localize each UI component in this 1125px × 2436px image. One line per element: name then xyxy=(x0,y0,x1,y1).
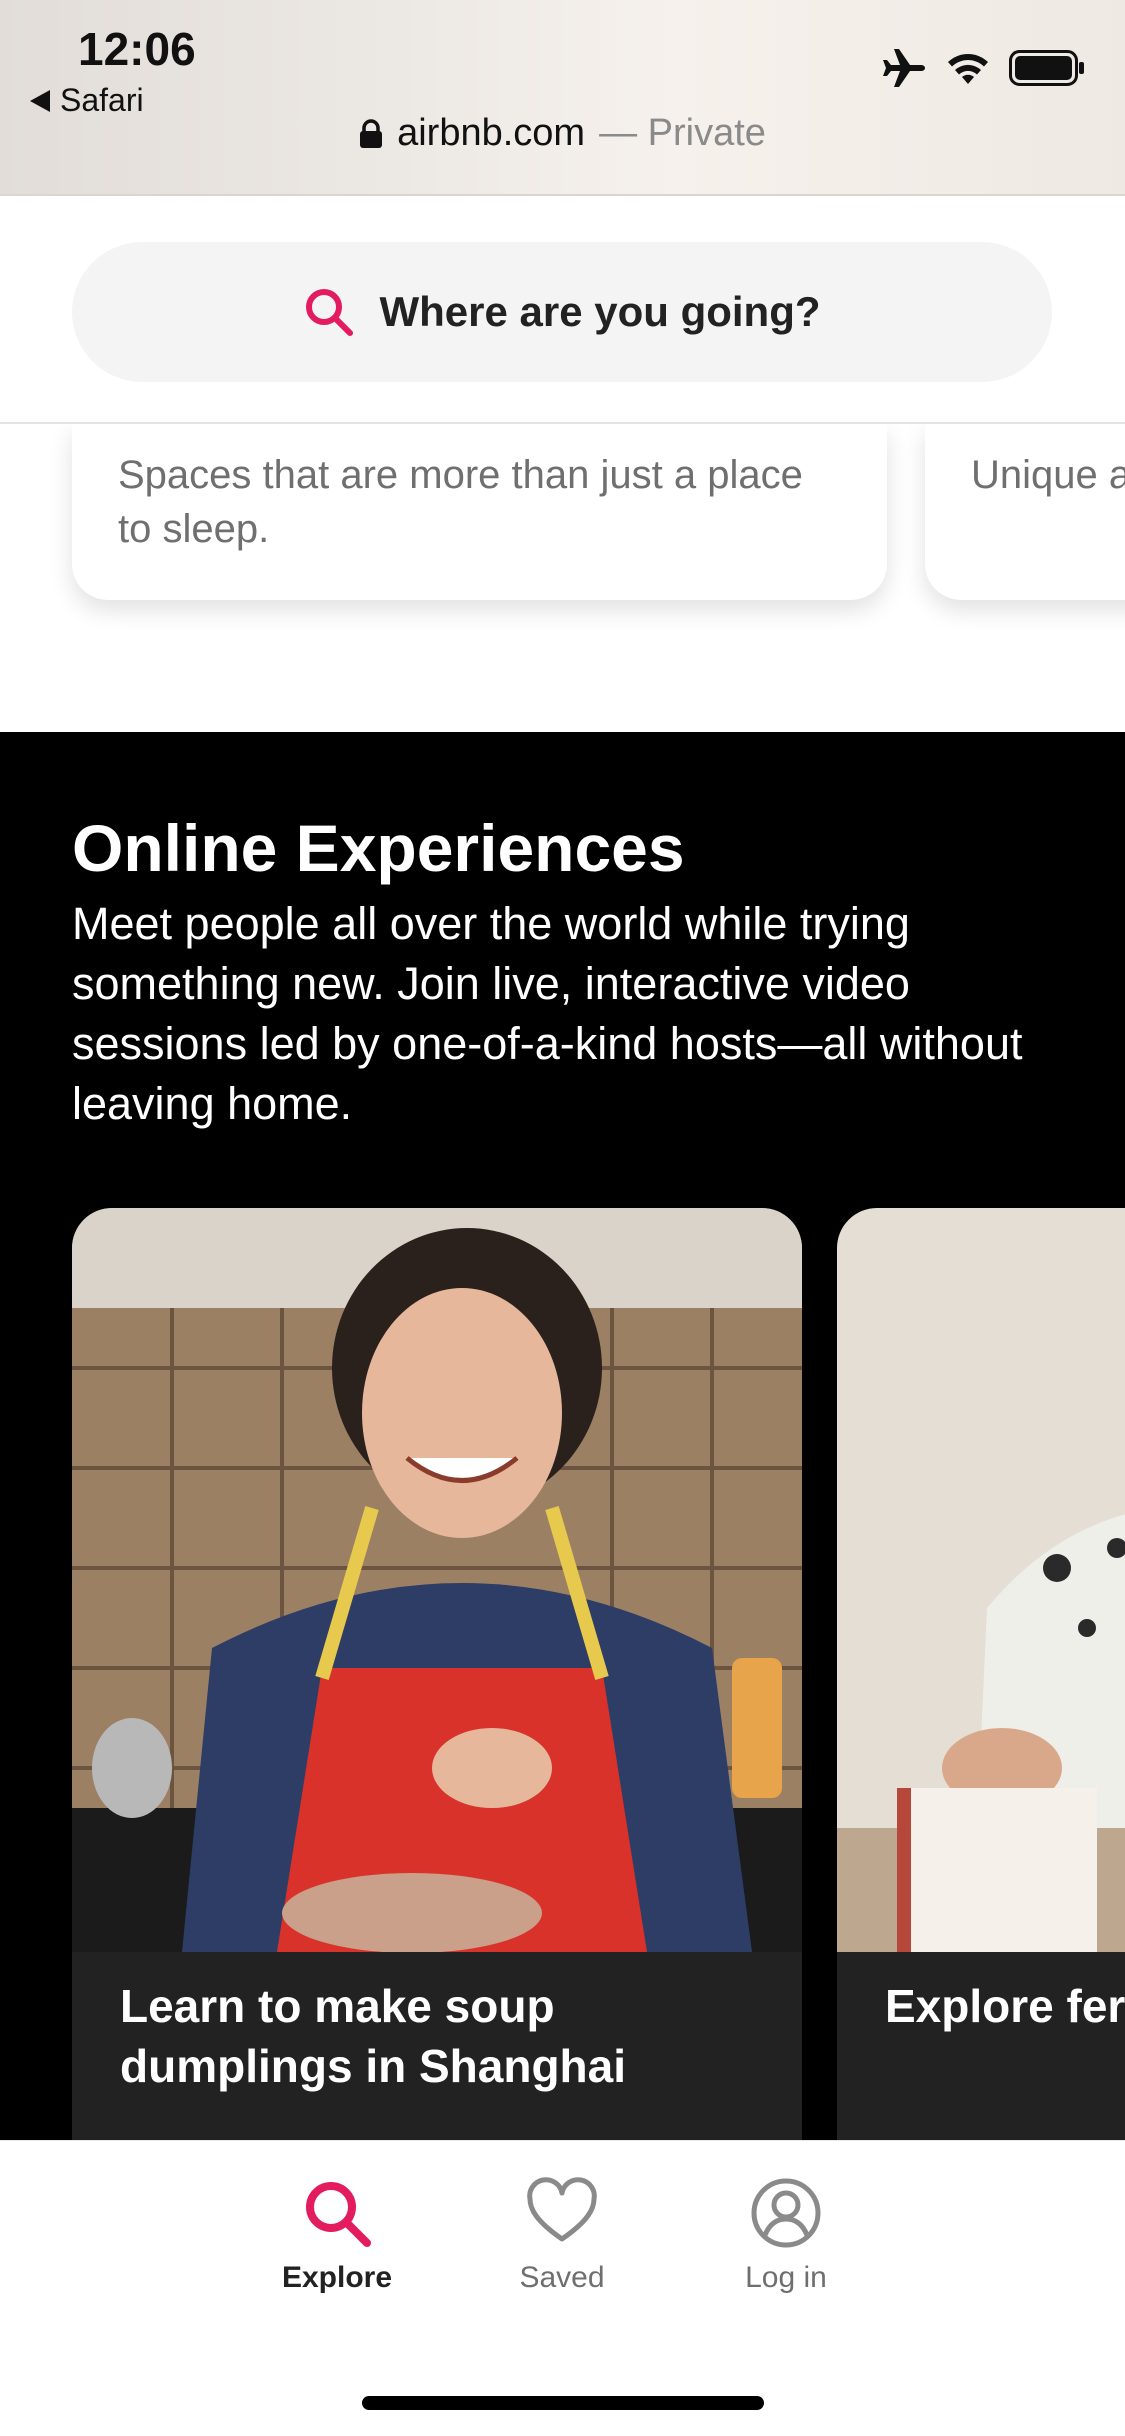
experience-card[interactable]: Learn to make soup dumplings in Shanghai xyxy=(72,1208,802,2140)
experience-photo-dumplings xyxy=(72,1208,802,1952)
tab-log-in[interactable]: Log in xyxy=(686,2177,886,2295)
search-icon xyxy=(306,289,354,336)
tab-saved[interactable]: Saved xyxy=(462,2177,662,2295)
tab-label: Log in xyxy=(745,2261,827,2294)
experience-card[interactable]: Explore fer street art a xyxy=(837,1208,1125,2140)
url-private-label: — Private xyxy=(599,112,766,154)
wifi-icon xyxy=(948,54,988,84)
card-description: Unique a led by a xyxy=(971,453,1125,497)
experience-title: Explore fer street art a xyxy=(885,1980,1125,2032)
profile-icon xyxy=(751,2178,821,2248)
tab-label: Saved xyxy=(519,2261,605,2294)
search-bar[interactable]: Where are you going? xyxy=(72,242,1052,382)
status-time: 12:06 xyxy=(78,23,196,75)
back-triangle-icon xyxy=(30,89,50,112)
search-header: Where are you going? xyxy=(0,196,1125,424)
status-icons xyxy=(881,48,1085,88)
browser-status-bar: 12:06 Safari airbnb.com — Private xyxy=(0,0,1125,196)
online-experiences-section: Online Experiences Meet people all over … xyxy=(0,732,1125,2140)
heart-icon xyxy=(527,2177,597,2242)
category-card-stays[interactable]: Spaces that are more than just a place t… xyxy=(72,424,887,600)
category-card-experiences[interactable]: Unique a led by a xyxy=(925,424,1125,600)
section-title: Online Experiences xyxy=(72,811,685,885)
experience-photo-street-art xyxy=(837,1208,1125,1952)
search-icon xyxy=(306,2182,371,2247)
home-indicator[interactable] xyxy=(362,2396,764,2410)
battery-icon xyxy=(1009,50,1084,86)
lock-icon xyxy=(360,118,383,148)
tab-label: Explore xyxy=(281,2261,393,2294)
bottom-tab-bar: Explore Saved Log in xyxy=(0,2140,1125,2436)
search-placeholder: Where are you going? xyxy=(379,288,821,335)
section-description: Meet people all over the world while try… xyxy=(72,898,1023,1129)
url-domain: airbnb.com xyxy=(397,112,586,154)
card-description: Spaces that are more than just a place t… xyxy=(118,453,803,551)
tab-explore[interactable]: Explore xyxy=(237,2177,437,2295)
airplane-icon xyxy=(883,49,925,87)
experience-title: Learn to make soup dumplings in Shanghai xyxy=(120,1980,626,2092)
category-cards: Spaces that are more than just a place t… xyxy=(0,424,1125,732)
address-bar[interactable]: airbnb.com — Private xyxy=(0,112,1125,155)
